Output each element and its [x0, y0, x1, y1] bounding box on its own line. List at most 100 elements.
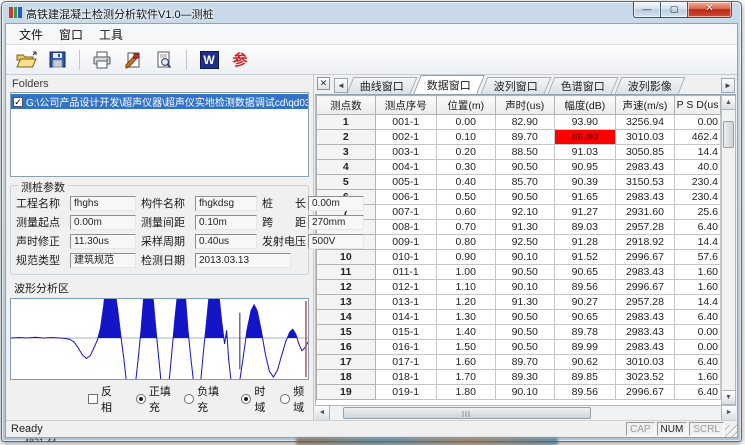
param-label: 测量起点 [16, 214, 70, 230]
param-value-field[interactable]: 500V [308, 234, 364, 249]
print-setup-button[interactable] [121, 48, 145, 72]
param-value-field[interactable]: 270mm [308, 215, 364, 230]
tab-4[interactable]: 色谱窗口 [548, 77, 619, 94]
invert-checkbox[interactable]: 反相 [88, 383, 118, 415]
save-button[interactable] [45, 48, 69, 72]
column-header[interactable]: 声时(us) [495, 96, 554, 115]
checkbox-checked-icon[interactable]: ✓ [13, 97, 23, 107]
word-icon: W [200, 51, 219, 69]
minimize-button[interactable]: — [633, 2, 661, 18]
resize-grip[interactable] [725, 425, 737, 437]
table-row[interactable]: 12012-11.1090.1089.562996.671.60 [317, 280, 721, 295]
radio-icon [184, 394, 194, 404]
clipped-footer-text: 4821.44 [24, 437, 310, 442]
tab-scroll-right-icon[interactable]: ► [721, 78, 735, 93]
param-value-field[interactable]: fhghs [70, 196, 136, 211]
table-row[interactable]: 11011-11.0090.5090.652983.431.60 [317, 265, 721, 280]
horizontal-scroll-thumb[interactable] [343, 407, 591, 419]
negative-fill-radio[interactable]: 负填充 [184, 383, 223, 415]
vertical-scroll-thumb[interactable] [723, 121, 734, 148]
freq-domain-radio[interactable]: 频域 [280, 383, 310, 415]
param-value-field[interactable]: 0.10m [195, 215, 257, 230]
menu-window[interactable]: 窗口 [51, 24, 91, 45]
table-row[interactable]: 7007-10.6092.1091.272931.6025.6 [317, 205, 721, 220]
table-row[interactable]: 17017-11.6089.7090.623010.036.40 [317, 355, 721, 370]
table-row[interactable]: 15015-11.4090.5089.782983.430.00 [317, 325, 721, 340]
column-header[interactable]: 测点序号 [375, 96, 436, 115]
table-row[interactable]: 2002-10.1089.7086.803010.03462.4 [317, 130, 721, 145]
data-table-window: 测点数测点序号位置(m)声时(us)幅度(dB)声速(m/s)P S D(us … [315, 95, 736, 420]
table-row[interactable]: 13013-11.2091.3090.272957.2814.4 [317, 295, 721, 310]
param-value-field[interactable]: 11.30us [70, 234, 136, 249]
open-button[interactable] [14, 48, 38, 72]
tab-5[interactable]: 波列影像 [615, 77, 686, 94]
column-header[interactable]: 位置(m) [436, 96, 495, 115]
panel-close-button[interactable]: ✕ [317, 77, 330, 90]
groupbox-legend: 测桩参数 [18, 179, 68, 195]
tab-strip: ✕ ◄ 曲线窗口数据窗口波列窗口色谱窗口波列影像 ► [315, 76, 736, 95]
table-row[interactable]: 14014-11.3090.5090.652983.436.40 [317, 310, 721, 325]
table-row[interactable]: 3003-10.2088.5091.033050.8514.4 [317, 145, 721, 160]
scroll-left-icon[interactable]: ◄ [315, 406, 330, 420]
radio-selected-icon [136, 394, 146, 404]
parameters-button[interactable]: 参 [228, 48, 252, 72]
title-bar[interactable]: 高铁建混凝土检测分析软件V1.0—测桩 — ▢ ✕ [2, 2, 741, 23]
horizontal-scrollbar[interactable]: ◄ ► [315, 405, 736, 420]
folders-list[interactable]: ✓ G:\公司产品设计开发\超声仪器\超声仪实地检测数据调试cd\qd03\qd… [10, 92, 309, 177]
param-value-field[interactable]: 0.40us [195, 234, 257, 249]
params-grid: 工程名称fhghs构件名称fhgkdsg桩 长0.00m测量起点0.00m测量间… [16, 195, 305, 268]
menu-tools[interactable]: 工具 [91, 24, 131, 45]
param-value-field[interactable]: fhgkdsg [195, 196, 257, 211]
tab-2[interactable]: 数据窗口 [413, 75, 485, 94]
param-label: 桩 长 [262, 195, 308, 211]
tab-1[interactable]: 曲线窗口 [347, 77, 418, 94]
toolbar: W 参 [6, 45, 737, 75]
freq-domain-label: 频域 [293, 383, 310, 415]
column-header[interactable]: P S D(us [675, 96, 721, 115]
table-row[interactable]: 8008-10.7091.3089.032957.286.40 [317, 220, 721, 235]
print-setup-icon [124, 51, 142, 69]
print-preview-button[interactable] [152, 48, 176, 72]
param-value-field[interactable]: 建筑规范 [70, 253, 136, 268]
param-value-field[interactable]: 2013.03.13 [195, 253, 291, 268]
column-header[interactable]: 声速(m/s) [615, 96, 674, 115]
app-icon [9, 7, 22, 18]
table-row[interactable]: 18018-11.7089.3089.853023.521.60 [317, 370, 721, 385]
column-header[interactable]: 幅度(dB) [554, 96, 615, 115]
column-header[interactable]: 测点数 [317, 96, 376, 115]
table-row[interactable]: 9009-10.8092.5091.282918.9214.4 [317, 235, 721, 250]
scroll-lock-indicator: SCRL [689, 422, 724, 436]
tab-scroll-left-icon[interactable]: ◄ [334, 78, 348, 93]
param-value-field[interactable]: 0.00m [308, 196, 364, 211]
close-button[interactable]: ✕ [688, 2, 732, 18]
tab-3[interactable]: 波列窗口 [481, 77, 552, 94]
maximize-button[interactable]: ▢ [661, 2, 688, 18]
save-icon [49, 51, 66, 68]
word-export-button[interactable]: W [197, 48, 221, 72]
table-row[interactable]: 6006-10.5090.5091.652983.43230.4 [317, 190, 721, 205]
table-row[interactable]: 4004-10.3090.5090.952983.4340.0 [317, 160, 721, 175]
scroll-right-icon[interactable]: ► [721, 406, 736, 420]
time-domain-radio[interactable]: 时域 [241, 383, 271, 415]
vertical-scrollbar[interactable]: ▲ ▼ [721, 95, 736, 405]
scroll-down-icon[interactable]: ▼ [722, 390, 735, 404]
waveform-svg [11, 299, 308, 379]
positive-fill-radio[interactable]: 正填充 [136, 383, 175, 415]
table-row[interactable]: 1001-10.0082.9093.903256.940.00 [317, 115, 721, 130]
status-bar: Ready CAP NUM SCRL [6, 420, 737, 437]
table-row[interactable]: 16016-11.5090.5089.992983.430.00 [317, 340, 721, 355]
toolbar-separator [79, 50, 80, 70]
table-row[interactable]: 10010-10.9090.1091.522996.6757.6 [317, 250, 721, 265]
table-row[interactable]: 5005-10.4085.7090.393150.53230.4 [317, 175, 721, 190]
table-body: 1001-10.0082.9093.903256.940.002002-10.1… [317, 115, 721, 400]
scroll-up-icon[interactable]: ▲ [722, 96, 735, 110]
print-button[interactable] [90, 48, 114, 72]
printer-icon [92, 51, 112, 69]
table-row[interactable]: 19019-11.8090.1089.562996.676.40 [317, 385, 721, 400]
folder-item-selected[interactable]: ✓ G:\公司产品设计开发\超声仪器\超声仪实地检测数据调试cd\qd03\qd… [11, 94, 308, 109]
waveform-chart[interactable] [10, 298, 309, 380]
param-value-field[interactable]: 0.00m [70, 215, 136, 230]
menu-file[interactable]: 文件 [11, 24, 51, 45]
invert-label: 反相 [101, 383, 118, 415]
app-window: 高铁建混凝土检测分析软件V1.0—测桩 — ▢ ✕ 文件 窗口 工具 [1, 1, 742, 442]
